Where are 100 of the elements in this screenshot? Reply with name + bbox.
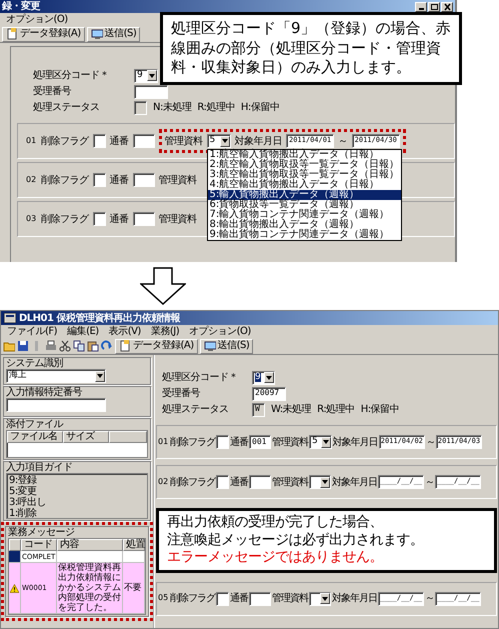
field-label: 削除フラグ <box>170 593 215 604</box>
row-number: 03 <box>26 214 37 224</box>
field-label: ～ <box>425 476 434 488</box>
menu-item[interactable]: 業務(J) <box>150 326 180 337</box>
caret-icon[interactable] <box>320 476 330 488</box>
toolbar-button[interactable]: 送信(S) <box>200 338 254 354</box>
list-option[interactable]: 7:輸入貨物コンテナ関連データ（週報） <box>208 210 402 220</box>
row-number: 02 <box>158 478 169 486</box>
field-label: ～ <box>426 436 435 448</box>
text-field[interactable] <box>249 475 271 489</box>
guide-line: 3:呼出し <box>9 497 48 508</box>
list-option[interactable]: 4:航空輸出貨物搬出入データ（日報） <box>208 180 402 190</box>
paste-icon[interactable] <box>87 340 99 352</box>
field-label: 処理区分コード＊ <box>162 372 239 383</box>
checkbox[interactable] <box>216 435 229 449</box>
field-label: 処理ステータス <box>162 404 230 415</box>
monitor-icon <box>90 28 103 40</box>
field-label: 通番 <box>230 593 248 604</box>
list-option[interactable]: 8:輸出貨物搬出入データ（週報） <box>208 220 402 230</box>
caret-icon[interactable] <box>220 136 230 146</box>
checkbox[interactable] <box>216 475 229 489</box>
dropdown[interactable] <box>309 475 331 489</box>
field-label: 処理ステータス <box>33 102 100 113</box>
save-icon[interactable] <box>17 340 29 352</box>
maximize-button[interactable] <box>428 2 440 12</box>
list-option[interactable]: 9:輸出貨物コンテナ関連データ（週報） <box>208 230 402 240</box>
table-cell: 保税管理資料再出力依頼情報にかかるシステム内部処理の受付を完了した。 <box>57 563 123 614</box>
group-caption: 業務メッセージ <box>8 527 76 538</box>
dropdown[interactable] <box>309 592 331 606</box>
status-legend: N:未処理 <box>153 102 192 113</box>
column-header: サイズ <box>63 431 109 443</box>
toolbar-button[interactable]: データ登録(A) <box>115 338 198 354</box>
list-option[interactable]: 2:航空輸入貨物取扱等一覧データ（日報） <box>208 160 402 170</box>
dropdown[interactable]: 5 <box>206 134 230 148</box>
window-title: DLH01 保税管理資料再出力依頼情報 <box>19 312 180 324</box>
text-field[interactable] <box>134 84 168 98</box>
text-field[interactable] <box>132 134 154 148</box>
monitor-icon <box>204 340 216 352</box>
scissors-icon[interactable] <box>59 340 71 352</box>
text-field[interactable]: 001 <box>249 435 271 449</box>
caret-icon[interactable] <box>95 370 105 382</box>
group-caption: システム識別 <box>6 358 64 369</box>
menu-item[interactable]: ファイル(F) <box>7 326 58 337</box>
table-cell <box>57 551 123 563</box>
field-label: 受理番号 <box>162 388 201 399</box>
text-field[interactable] <box>249 592 271 606</box>
caret-icon[interactable] <box>320 436 331 448</box>
field-label: ～ <box>425 593 434 604</box>
row-selector[interactable] <box>9 551 21 563</box>
status-field <box>134 100 147 114</box>
refresh-icon[interactable] <box>101 340 113 352</box>
minimize-button[interactable] <box>415 2 427 12</box>
column-header: 処置 <box>123 539 145 551</box>
status-legend: H:保留中 <box>360 404 400 415</box>
caret-icon[interactable] <box>320 593 330 604</box>
close-button[interactable] <box>441 2 453 12</box>
list-option[interactable]: 6:貨物取扱等一覧データ（週報） <box>208 200 402 210</box>
group-caption: 入力情報特定番号 <box>6 387 83 398</box>
status-legend: R:処理中 <box>197 102 235 113</box>
row-number: 01 <box>158 438 169 446</box>
field-label: 対象年月日 <box>332 593 377 604</box>
checkbox[interactable] <box>92 173 106 187</box>
text-field[interactable] <box>6 398 106 412</box>
field-label: 管理資料 <box>272 593 308 604</box>
menu-item[interactable]: 表示(V) <box>108 326 141 337</box>
menu-item[interactable]: オプション(O) <box>189 326 251 337</box>
row-number: 01 <box>26 136 37 146</box>
checkbox[interactable] <box>92 212 106 226</box>
code-select[interactable]: 9 <box>134 68 158 82</box>
field-label: 削除フラグ <box>170 476 215 488</box>
dropdown[interactable]: 5 <box>309 435 332 449</box>
menu-item[interactable]: オプション(O) <box>6 14 68 25</box>
system-select[interactable]: 海上 <box>6 369 106 383</box>
toolbar-button[interactable]: 送信(S) <box>86 26 140 42</box>
checkbox[interactable] <box>92 134 106 148</box>
field-label: 管理資料 <box>272 436 308 448</box>
toolbar-button[interactable]: データ登録(A) <box>2 26 85 42</box>
checkbox[interactable] <box>216 592 229 606</box>
guide-line: 1:削除 <box>9 508 38 519</box>
code-select[interactable]: 9 <box>252 370 275 384</box>
copy-icon[interactable] <box>73 340 85 352</box>
guide-line: 5:変更 <box>9 486 38 497</box>
text-field[interactable]: 20097 <box>252 386 286 400</box>
field-label: ～ <box>338 136 348 146</box>
field-label: 管理資料 <box>158 174 196 186</box>
text-field[interactable] <box>132 173 154 187</box>
list-option[interactable]: 3:航空輸出貨物取扱等一覧データ（日報） <box>208 170 402 180</box>
field-label: 処理区分コード＊ <box>33 70 110 81</box>
app-icon <box>4 313 16 323</box>
menu-item[interactable]: 編集(E) <box>67 326 99 337</box>
text-field[interactable] <box>132 212 154 226</box>
close-icon <box>442 2 452 10</box>
field-label: 通番 <box>110 174 128 186</box>
status-legend: W:未処理 <box>271 404 312 415</box>
caret-icon[interactable] <box>264 372 274 383</box>
caret-icon[interactable] <box>147 70 157 81</box>
callout-text: エラーメッセージではありません。 <box>167 549 384 566</box>
group-caption: 添付ファイル <box>6 419 64 430</box>
callout-text: 注意喚起メッセージは必ず出力されます。 <box>167 532 424 549</box>
printer-icon[interactable] <box>45 340 57 352</box>
